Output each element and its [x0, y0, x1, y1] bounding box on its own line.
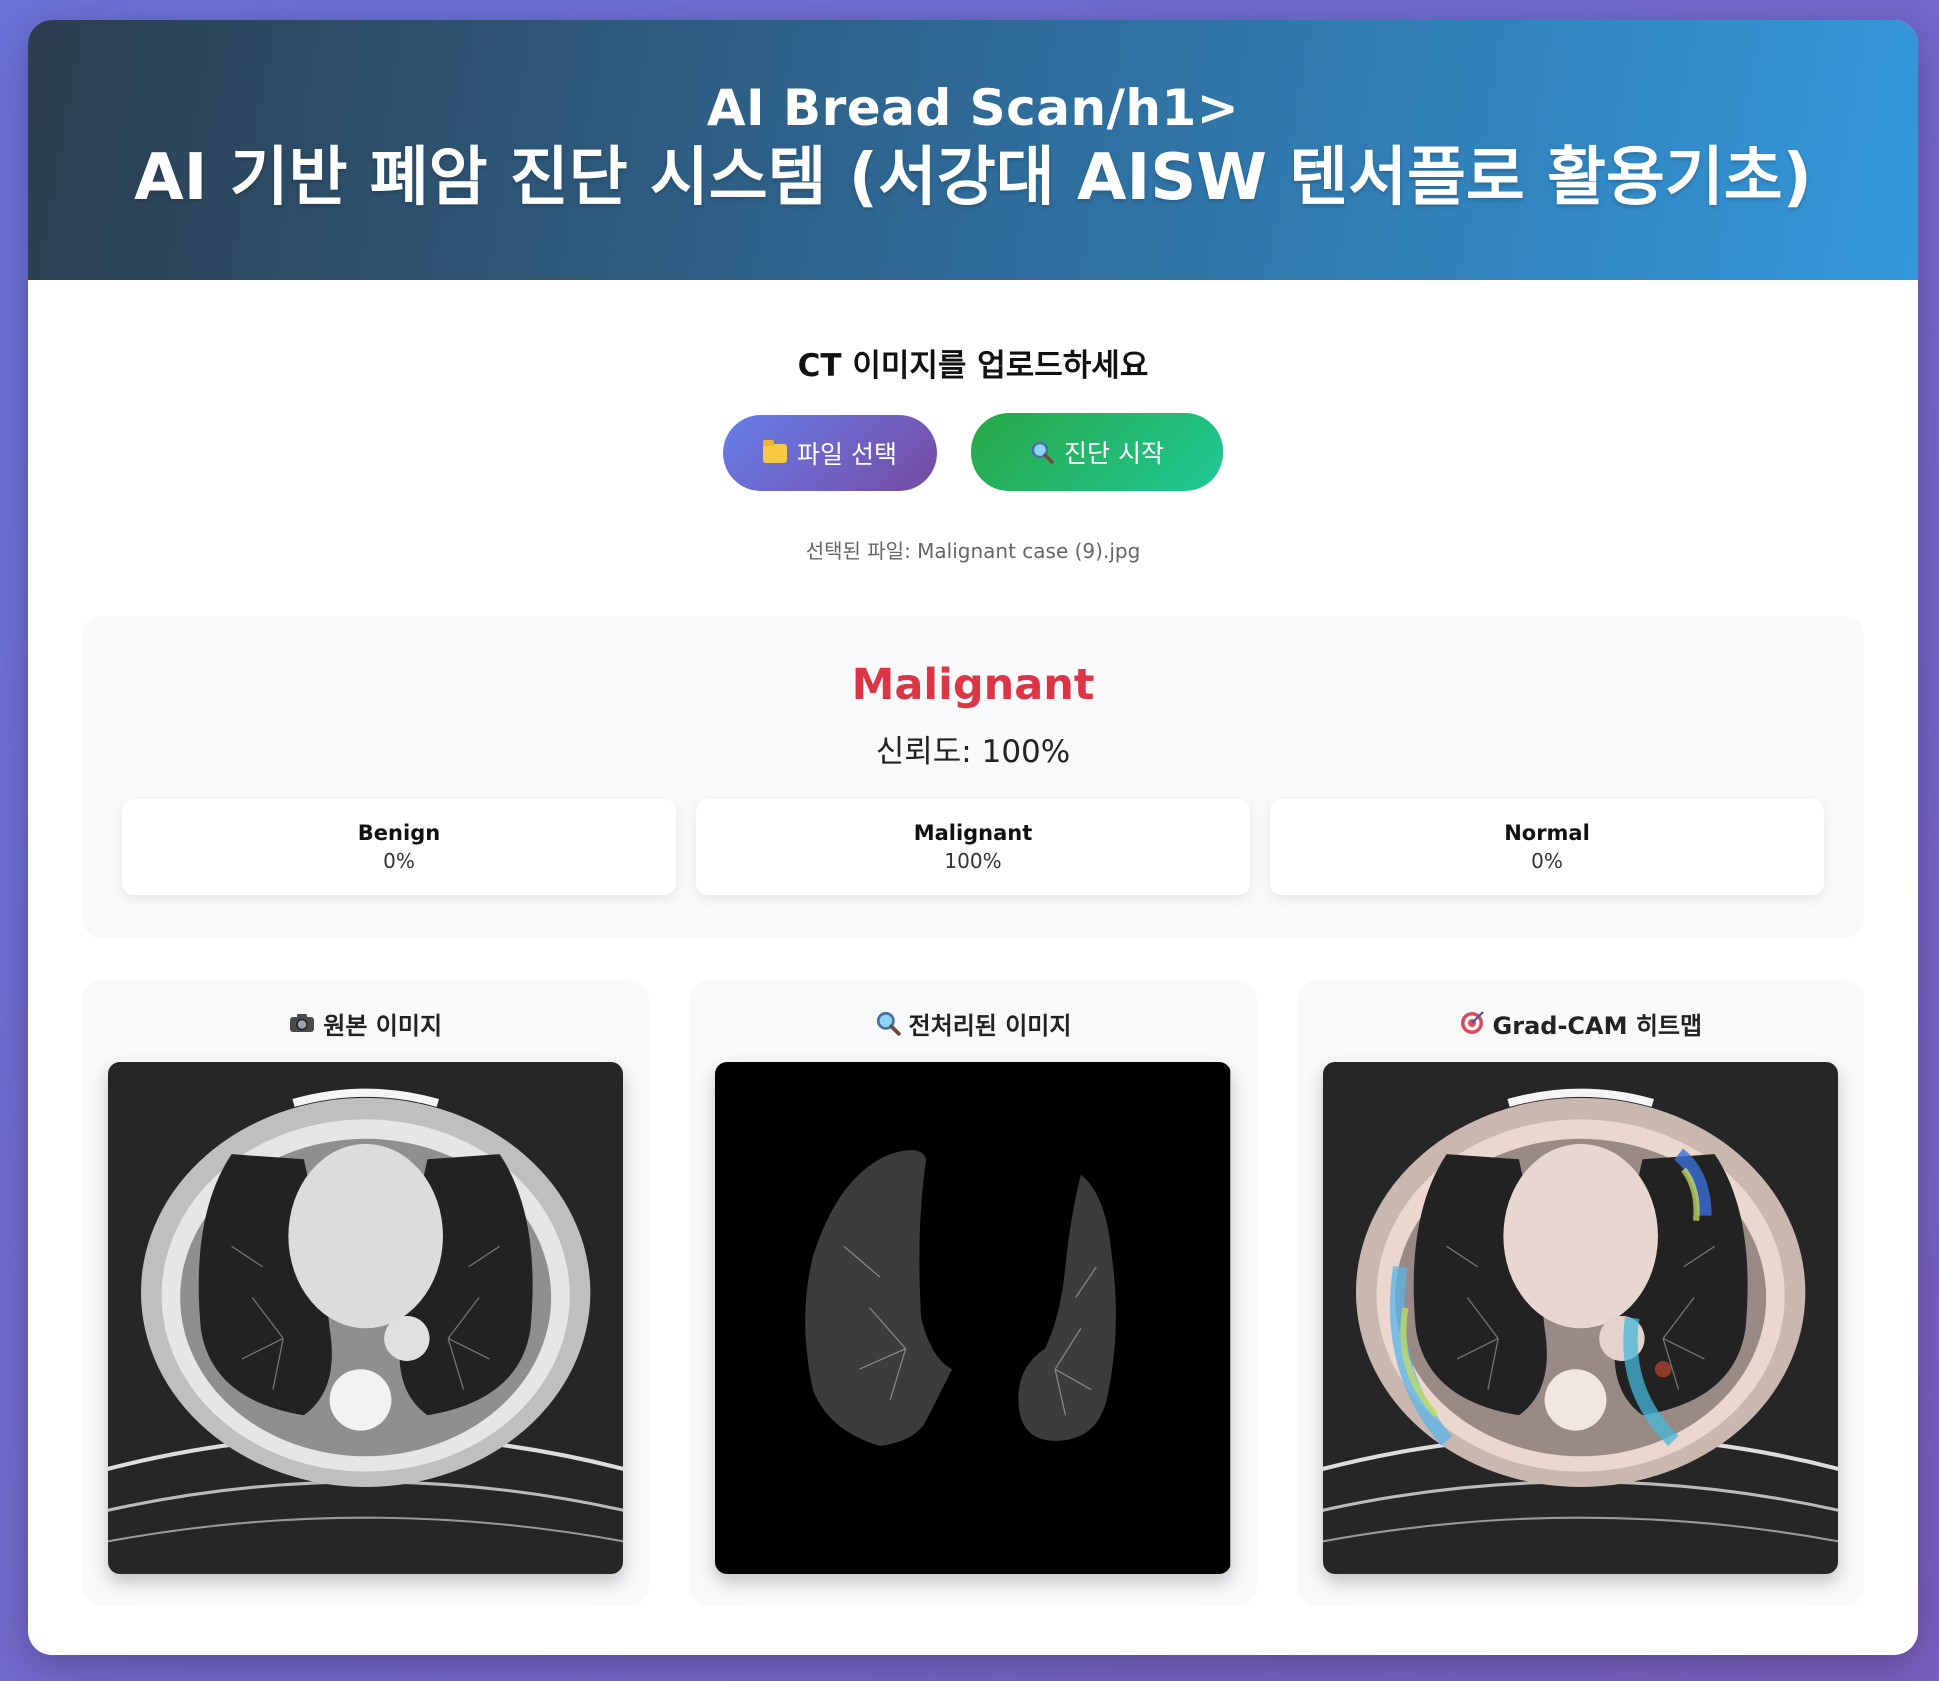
- diagnose-label: 진단 시작: [1064, 439, 1164, 468]
- gradcam-image-title: Grad-CAM 히트맵: [1323, 1008, 1838, 1040]
- magnifier-icon: [876, 1011, 901, 1036]
- original-image-label: 원본 이미지: [323, 1011, 443, 1040]
- folder-icon: [763, 439, 788, 463]
- probability-label: Benign: [357, 821, 441, 845]
- probability-value: 0%: [1531, 849, 1563, 873]
- upload-buttons: 파일 선택 진단 시작: [28, 413, 1918, 491]
- diagnose-button[interactable]: 진단 시작: [971, 413, 1223, 491]
- gradcam-image-card: Grad-CAM 히트맵: [1296, 980, 1864, 1606]
- probability-card-benign: Benign 0%: [122, 799, 676, 895]
- preprocessed-image-card: 전처리된 이미지: [689, 980, 1257, 1606]
- original-ct-image: [108, 1062, 624, 1574]
- probability-card-malignant: Malignant 100%: [696, 799, 1250, 895]
- probability-list: Benign 0% Malignant 100% Normal 0%: [122, 799, 1824, 895]
- probability-label: Malignant: [913, 821, 1033, 845]
- camera-icon: [290, 1014, 315, 1032]
- magnifier-icon: [1031, 441, 1054, 464]
- main-card: AI Bread Scan/h1> AI 기반 폐암 진단 시스템 (서강대 A…: [28, 20, 1918, 1655]
- result-panel: Malignant 신뢰도: 100% Benign 0% Malignant …: [82, 616, 1864, 938]
- file-select-label: 파일 선택: [797, 440, 897, 469]
- selected-file-text: 선택된 파일: Malignant case (9).jpg: [805, 539, 1141, 563]
- confidence-text: 신뢰도: 100%: [875, 734, 1071, 770]
- prediction-label: Malignant: [851, 660, 1095, 710]
- header-title: AI Bread Scan/h1>: [706, 78, 1240, 137]
- probability-value: 100%: [944, 849, 1002, 873]
- preprocessed-image-label: 전처리된 이미지: [908, 1011, 1072, 1040]
- file-select-button[interactable]: 파일 선택: [723, 415, 937, 491]
- preprocessed-image-title: 전처리된 이미지: [715, 1008, 1230, 1040]
- probability-value: 0%: [383, 849, 415, 873]
- image-gallery: 원본 이미지 전처리된 이미지 Grad-CAM 히트맵: [82, 980, 1864, 1606]
- probability-label: Normal: [1504, 821, 1590, 845]
- gradcam-image-label: Grad-CAM 히트맵: [1492, 1011, 1703, 1040]
- upload-heading: CT 이미지를 업로드하세요: [797, 348, 1149, 384]
- target-icon: [1460, 1011, 1484, 1034]
- gradcam-heatmap-image: [1322, 1062, 1838, 1574]
- preprocessed-ct-image: [715, 1062, 1231, 1574]
- original-image-title: 원본 이미지: [108, 1008, 623, 1040]
- header-subtitle: AI 기반 폐암 진단 시스템 (서강대 AISW 텐서플로 활용기초): [134, 141, 1812, 216]
- probability-card-normal: Normal 0%: [1270, 799, 1824, 895]
- upload-section: CT 이미지를 업로드하세요 파일 선택 진단 시작 선택된 파일: Malig…: [28, 280, 1918, 564]
- original-image-card: 원본 이미지: [82, 980, 650, 1606]
- page-header: AI Bread Scan/h1> AI 기반 폐암 진단 시스템 (서강대 A…: [28, 20, 1918, 280]
